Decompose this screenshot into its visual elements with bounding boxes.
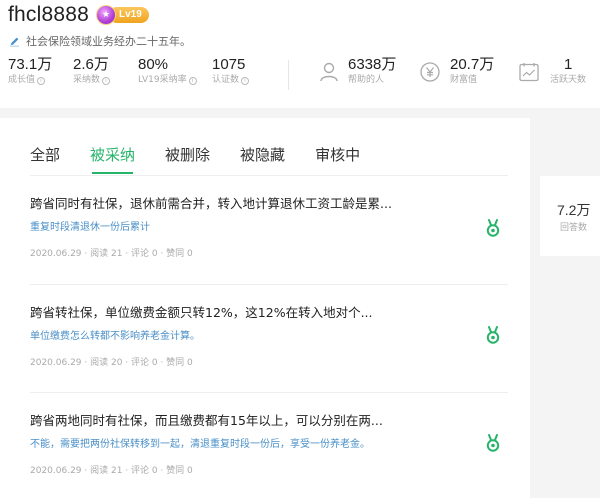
stat-value: 6338万 — [348, 56, 397, 73]
username[interactable]: fhcl8888 — [8, 3, 89, 27]
answer-excerpt[interactable]: 不能，需要把两份社保转移到一起，清退重复时段一份后，享受一份养老金。 — [30, 438, 460, 452]
question-title[interactable]: 跨省两地同时有社保，而且缴费都有15年以上，可以分别在两... — [30, 412, 430, 430]
info-icon[interactable]: i — [241, 76, 250, 85]
answer-count-label: 回答数 — [560, 223, 588, 233]
tab-bar: 全部 被采纳 被删除 被隐藏 审核中 — [30, 144, 390, 174]
pen-icon — [9, 37, 20, 47]
stat-label: 财富值 — [450, 75, 478, 85]
answer-count-value: 7.2万 — [557, 202, 591, 218]
question-title[interactable]: 跨省转社保，单位缴费金额只转12%，这12%在转入地对个... — [30, 304, 430, 322]
stat-label: 认证数 — [212, 75, 240, 85]
info-icon[interactable]: i — [37, 76, 46, 85]
list-item: 跨省同时有社保，退休前需合并，转入地计算退休工资工龄是累... 重复时段清退休一… — [30, 195, 508, 260]
stat-helped: 6338万 帮助的人 — [348, 56, 396, 87]
answer-excerpt[interactable]: 重复时段清退休一份后累计 — [30, 221, 460, 235]
stats-divider — [288, 60, 289, 90]
stat-value: 73.1万 — [8, 56, 53, 73]
stat-label: LV19采纳率 — [138, 75, 187, 85]
stat-adopted: 2.6万 采纳数 i — [73, 56, 111, 87]
list-item: 跨省两地同时有社保，而且缴费都有15年以上，可以分别在两... 不能，需要把两份… — [30, 412, 508, 477]
yen-coin-icon — [420, 62, 440, 82]
person-icon — [320, 62, 338, 82]
info-icon[interactable]: i — [188, 76, 197, 85]
adopted-medal-icon — [486, 219, 500, 237]
tab-adopted[interactable]: 被采纳 — [90, 144, 135, 174]
stat-label: 帮助的人 — [348, 75, 385, 85]
tab-divider — [30, 175, 508, 176]
info-icon[interactable]: i — [102, 76, 111, 85]
question-title[interactable]: 跨省同时有社保，退休前需合并，转入地计算退休工资工龄是累... — [30, 195, 430, 213]
profile-header: fhcl8888 ★ Lv19 社会保险领域业务经办二十五年。 73.1万 成长… — [0, 0, 600, 108]
stat-value: 80% — [138, 56, 169, 73]
item-divider — [30, 392, 508, 393]
stat-value: 1075 — [212, 56, 246, 73]
gem-icon: ★ — [97, 6, 115, 24]
tab-all[interactable]: 全部 — [30, 144, 60, 166]
bio-row: 社会保险领域业务经办二十五年。 — [9, 33, 191, 49]
bio-text: 社会保险领域业务经办二十五年。 — [26, 35, 191, 48]
adopted-medal-icon — [486, 434, 500, 452]
stats-bar: 73.1万 成长值 i 2.6万 采纳数 i 80% LV19采纳率 i 1075 认… — [0, 56, 600, 96]
tab-under-review[interactable]: 审核中 — [315, 144, 360, 166]
level-badge[interactable]: ★ Lv19 — [97, 6, 149, 24]
username-row: fhcl8888 ★ Lv19 — [8, 2, 149, 28]
answer-excerpt[interactable]: 单位缴费怎么转都不影响养老金计算。 — [30, 330, 460, 344]
stat-active-days: 1 活跃天数 — [550, 56, 586, 87]
stat-label: 成长值 — [8, 75, 36, 85]
answer-count-card: 7.2万 回答数 — [540, 176, 600, 256]
stat-label: 采纳数 — [73, 75, 101, 85]
stat-value: 2.6万 — [73, 56, 109, 73]
question-meta: 2020.06.29 · 阅读 20 · 评论 0 · 赞同 0 — [30, 358, 193, 368]
tab-deleted[interactable]: 被删除 — [165, 144, 210, 166]
list-item: 跨省转社保，单位缴费金额只转12%，这12%在转入地对个... 单位缴费怎么转都… — [30, 304, 508, 369]
stat-adopt-rate: 80% LV19采纳率 i — [138, 56, 197, 87]
answers-panel: 全部 被采纳 被删除 被隐藏 审核中 跨省同时有社保，退休前需合并，转入地计算退… — [0, 118, 530, 498]
adopted-medal-icon — [486, 326, 500, 344]
stat-value: 20.7万 — [450, 56, 495, 73]
stat-value: 1 — [564, 56, 573, 73]
stat-certified: 1075 认证数 i — [212, 56, 250, 87]
tab-hidden[interactable]: 被隐藏 — [240, 144, 285, 166]
stat-label: 活跃天数 — [550, 75, 587, 85]
question-meta: 2020.06.29 · 阅读 21 · 评论 0 · 赞同 0 — [30, 466, 193, 476]
item-divider — [30, 284, 508, 285]
stat-growth: 73.1万 成长值 i — [8, 56, 52, 87]
question-meta: 2020.06.29 · 阅读 21 · 评论 0 · 赞同 0 — [30, 249, 193, 259]
stat-wealth: 20.7万 财富值 — [450, 56, 494, 87]
calendar-chart-icon — [519, 63, 539, 82]
